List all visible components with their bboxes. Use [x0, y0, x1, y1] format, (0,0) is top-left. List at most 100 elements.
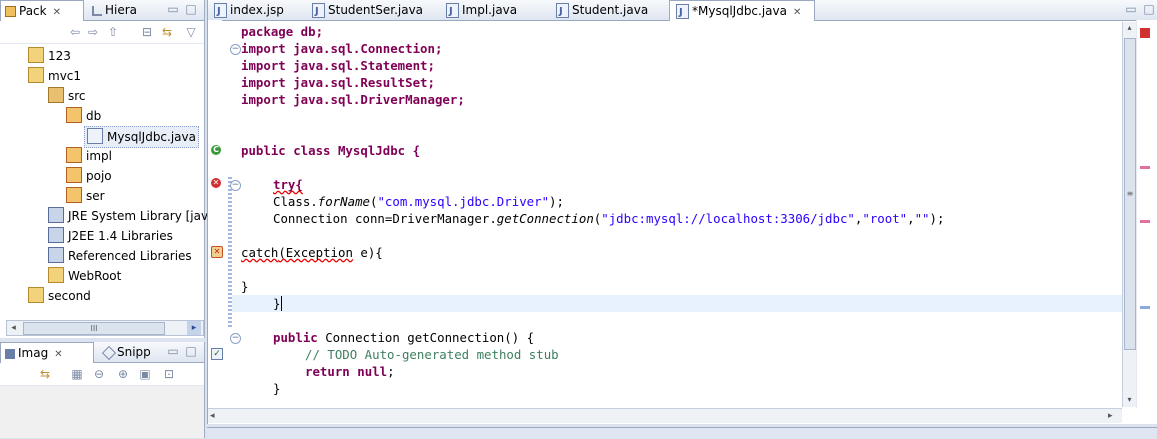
- forward-icon[interactable]: ⇨: [86, 25, 100, 39]
- code-line[interactable]: package db;: [241, 23, 323, 40]
- code-line[interactable]: }: [241, 278, 248, 295]
- code-line[interactable]: return null;: [305, 363, 395, 380]
- actual-size-icon[interactable]: ▣: [138, 367, 152, 381]
- tree-item-db[interactable]: db: [66, 106, 101, 126]
- package-icon: [66, 187, 82, 203]
- scroll-up-arrow[interactable]: ▴: [1124, 22, 1135, 34]
- tab-package-explorer[interactable]: Pack ✕: [0, 0, 84, 21]
- code-line[interactable]: }: [273, 380, 280, 397]
- maximize-button[interactable]: □: [184, 344, 198, 358]
- java-file-icon: [446, 2, 459, 22]
- error-marker[interactable]: [1140, 166, 1150, 169]
- java-file-icon: [556, 2, 569, 22]
- tab-studentser-java[interactable]: StudentSer.java: [306, 0, 428, 22]
- editor-area: index.jsp StudentSer.java Impl.java Stud…: [207, 0, 1157, 424]
- scroll-left-arrow[interactable]: ◂: [7, 321, 20, 335]
- minimize-button[interactable]: ▭: [166, 2, 180, 16]
- overview-ruler[interactable]: [1136, 20, 1157, 408]
- zoom-in-icon[interactable]: ⊕: [116, 367, 130, 381]
- vertical-scrollbar[interactable]: ▴ ≡ ▾: [1122, 22, 1136, 407]
- scroll-left-arrow[interactable]: ◂: [210, 409, 222, 423]
- folder-icon: [48, 267, 64, 283]
- project-icon: [28, 47, 44, 63]
- maximize-button[interactable]: □: [184, 2, 198, 16]
- package-icon: [66, 107, 82, 123]
- task-icon[interactable]: ✓: [211, 348, 223, 360]
- tab-hierarchy[interactable]: Hiera: [88, 0, 162, 20]
- code-line[interactable]: Connection conn=DriverManager.getConnect…: [273, 210, 944, 227]
- tree-item-src[interactable]: src: [48, 86, 86, 106]
- scrollbar-thumb[interactable]: III: [23, 322, 165, 335]
- fit-icon[interactable]: ⊡: [162, 367, 176, 381]
- picture-icon[interactable]: ▦: [70, 367, 84, 381]
- code-line[interactable]: Class.forName("com.mysql.jdbc.Driver");: [273, 193, 564, 210]
- tab-student-java[interactable]: Student.java: [550, 0, 667, 22]
- close-icon[interactable]: ✕: [793, 7, 801, 18]
- tree-item-webroot[interactable]: WebRoot: [48, 266, 121, 286]
- tree-item-referenced-libraries[interactable]: Referenced Libraries: [48, 246, 192, 266]
- code-line[interactable]: import java.sql.Connection;: [241, 40, 442, 57]
- view-menu-icon[interactable]: ▽: [184, 25, 198, 39]
- tab-mysqljdbc-java[interactable]: *MysqlJdbc.java✕: [669, 0, 815, 23]
- tree-item-mysqljdbc-java[interactable]: MysqlJdbc.java: [84, 126, 199, 148]
- error-marker[interactable]: [1140, 220, 1150, 223]
- tree-item-ser[interactable]: ser: [66, 186, 105, 206]
- minimize-button[interactable]: ▭: [1124, 2, 1138, 16]
- package-explorer-tabbar: Pack ✕ Hiera ▭ □: [0, 0, 204, 21]
- package-explorer-toolbar: ⇦ ⇨ ⇧ ⊟ ⇆ ▽: [0, 21, 204, 44]
- library-icon: [48, 207, 64, 223]
- fold-icon[interactable]: −: [230, 180, 241, 191]
- line-marker[interactable]: [1140, 306, 1150, 309]
- tree-item-pojo[interactable]: pojo: [66, 166, 112, 186]
- scroll-right-arrow[interactable]: ▸: [1108, 409, 1120, 423]
- tree-item-second[interactable]: second: [28, 286, 91, 306]
- fold-icon[interactable]: −: [230, 333, 241, 344]
- link-editor-icon[interactable]: ⇆: [160, 25, 174, 39]
- code-line[interactable]: }: [273, 295, 282, 312]
- jsp-file-icon: [214, 2, 227, 22]
- code-line[interactable]: import java.sql.ResultSet;: [241, 74, 435, 91]
- zoom-out-icon[interactable]: ⊖: [92, 367, 106, 381]
- error-summary-marker[interactable]: [1140, 28, 1150, 38]
- code-line[interactable]: import java.sql.DriverManager;: [241, 91, 465, 108]
- tree-item-j2ee-libraries[interactable]: J2EE 1.4 Libraries: [48, 226, 173, 246]
- close-icon[interactable]: ✕: [54, 349, 62, 360]
- snippet-icon: [101, 345, 117, 361]
- back-icon[interactable]: ⇦: [68, 25, 82, 39]
- tree-item-123[interactable]: 123: [28, 46, 71, 66]
- hierarchy-icon: [92, 6, 102, 16]
- project-icon: [28, 67, 44, 83]
- code-line[interactable]: public Connection getConnection() {: [273, 329, 534, 346]
- scroll-right-arrow[interactable]: ▸: [187, 321, 201, 335]
- close-icon[interactable]: ✕: [53, 7, 61, 18]
- package-explorer: Pack ✕ Hiera ▭ □ ⇦ ⇨ ⇧ ⊟ ⇆ ▽ 123 mvc1 src…: [0, 0, 208, 338]
- code-line[interactable]: try{: [273, 176, 303, 193]
- tab-index-jsp[interactable]: index.jsp: [208, 0, 306, 22]
- fold-icon[interactable]: −: [230, 44, 241, 55]
- editor-horizontal-scrollbar[interactable]: ◂ ▸: [208, 408, 1122, 423]
- maximize-button[interactable]: □: [1142, 2, 1156, 16]
- scroll-down-arrow[interactable]: ▾: [1124, 394, 1135, 406]
- tree-item-impl[interactable]: impl: [66, 146, 112, 166]
- tab-image[interactable]: Imag ✕: [0, 342, 94, 363]
- tab-snippets[interactable]: Snipp: [100, 342, 166, 362]
- code-line[interactable]: public class MysqlJdbc {: [241, 142, 420, 159]
- source-folder-icon: [48, 87, 64, 103]
- link-icon[interactable]: ⇆: [38, 367, 52, 381]
- tree-item-mvc1[interactable]: mvc1: [28, 66, 81, 86]
- minimize-button[interactable]: ▭: [166, 344, 180, 358]
- up-icon[interactable]: ⇧: [106, 25, 120, 39]
- scrollbar-thumb[interactable]: ≡: [1124, 38, 1136, 350]
- code-line[interactable]: import java.sql.Statement;: [241, 57, 435, 74]
- error-icon[interactable]: ✕: [211, 178, 221, 188]
- code-comment[interactable]: // TODO Auto-generated method stub: [305, 346, 559, 363]
- class-icon: C: [211, 145, 221, 155]
- tree-item-jre-library[interactable]: JRE System Library [jav: [48, 206, 208, 226]
- package-icon: [5, 6, 16, 17]
- collapse-all-icon[interactable]: ⊟: [140, 25, 154, 39]
- code-line[interactable]: catch(Exception e){: [241, 244, 383, 261]
- java-file-icon: [676, 3, 689, 23]
- tab-impl-java[interactable]: Impl.java: [440, 0, 542, 22]
- horizontal-scrollbar[interactable]: ◂ III ▸: [6, 320, 204, 336]
- error-warning-icon[interactable]: ✕: [211, 246, 223, 258]
